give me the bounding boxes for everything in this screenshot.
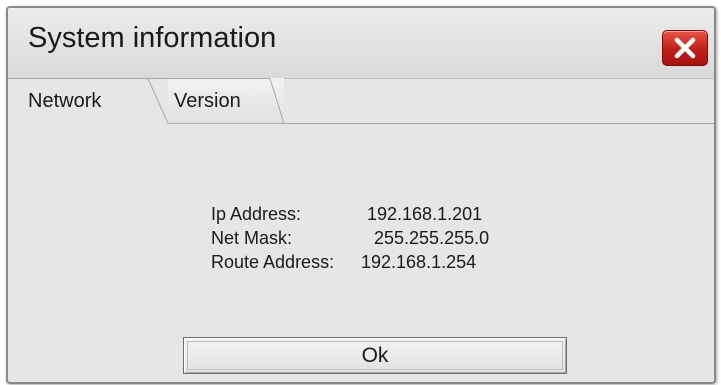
- tab-version-label: Version: [174, 90, 241, 112]
- close-button[interactable]: [662, 30, 708, 66]
- route-address-label: Route Address:: [211, 252, 335, 272]
- route-address-value: 192.168.1.254: [361, 252, 477, 272]
- tab-network[interactable]: Network: [8, 78, 168, 124]
- window-title: System information: [28, 22, 277, 54]
- close-icon: [674, 37, 696, 59]
- network-panel: Ip Address: 192.168.1.201 Net Mask: 255.…: [8, 124, 714, 382]
- tab-version[interactable]: Version: [148, 78, 284, 124]
- ip-address-label: Ip Address:: [211, 204, 302, 224]
- ok-button[interactable]: Ok: [183, 337, 567, 374]
- tab-strip: Version Network: [8, 78, 714, 124]
- ok-button-label: Ok: [187, 341, 563, 370]
- ip-address-value: 192.168.1.201: [367, 204, 483, 224]
- tab-network-label: Network: [28, 90, 102, 112]
- system-information-dialog: System information Version Network Ip Ad…: [6, 6, 716, 384]
- net-mask-label: Net Mask:: [211, 228, 293, 248]
- net-mask-value: 255.255.255.0: [374, 228, 490, 248]
- title-bar: System information: [8, 8, 714, 79]
